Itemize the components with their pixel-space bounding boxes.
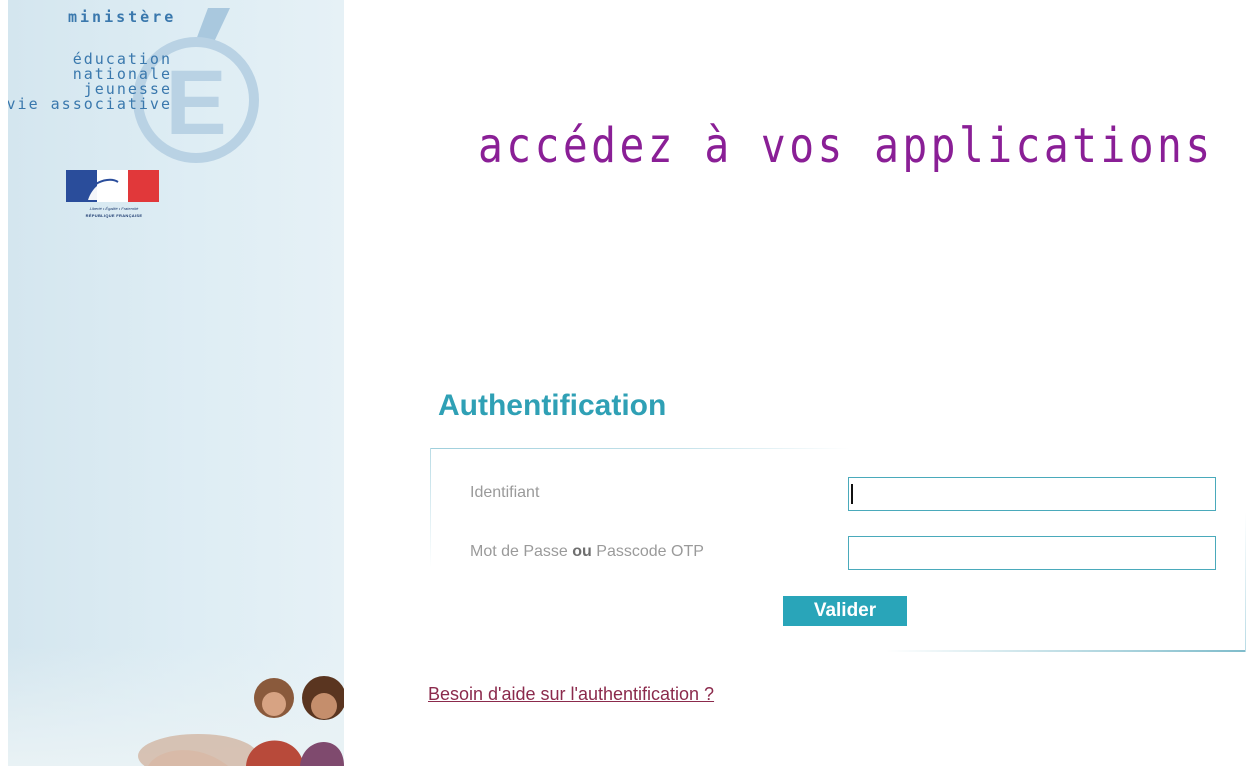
auth-help-link[interactable]: Besoin d'aide sur l'authentification ? (428, 684, 714, 705)
frame-left-line (430, 448, 431, 568)
left-banner: E ministère éducation nationale jeunesse… (8, 0, 344, 766)
students-photo (138, 676, 344, 766)
ministry-label: ministère (68, 8, 177, 26)
text-cursor (851, 484, 853, 504)
tricolor-flag-icon (66, 170, 159, 202)
ministry-name: éducation nationale jeunesse vie associa… (8, 52, 172, 112)
submit-button[interactable]: Valider (783, 596, 907, 626)
republic-motto: Liberté • Égalité • Fraternité (89, 206, 139, 211)
identifier-input[interactable] (848, 477, 1216, 511)
identifier-label: Identifiant (470, 484, 540, 501)
password-label-part2: Passcode OTP (596, 543, 704, 560)
page-headline: accédez à vos applications (478, 118, 1214, 174)
marianne-profile-icon (88, 178, 124, 200)
republic-name: RÉPUBLIQUE FRANÇAISE (85, 213, 143, 218)
emblem-letter: E (165, 52, 226, 154)
password-label: Mot de Passe ou Passcode OTP (470, 543, 704, 561)
login-page: E ministère éducation nationale jeunesse… (0, 0, 1250, 766)
password-label-or: ou (572, 543, 592, 560)
auth-title: Authentification (438, 389, 667, 422)
password-label-part1: Mot de Passe (470, 543, 568, 560)
ministry-logo: E ministère éducation nationale jeunesse… (8, 0, 344, 180)
republique-francaise-logo: Liberté • Égalité • Fraternité RÉPUBLIQU… (66, 170, 162, 230)
ministry-line-4: vie associative (8, 95, 172, 113)
frame-top-line (430, 448, 850, 449)
frame-right-line (1245, 512, 1246, 652)
frame-bottom-line (886, 650, 1246, 652)
password-input[interactable] (848, 536, 1216, 570)
